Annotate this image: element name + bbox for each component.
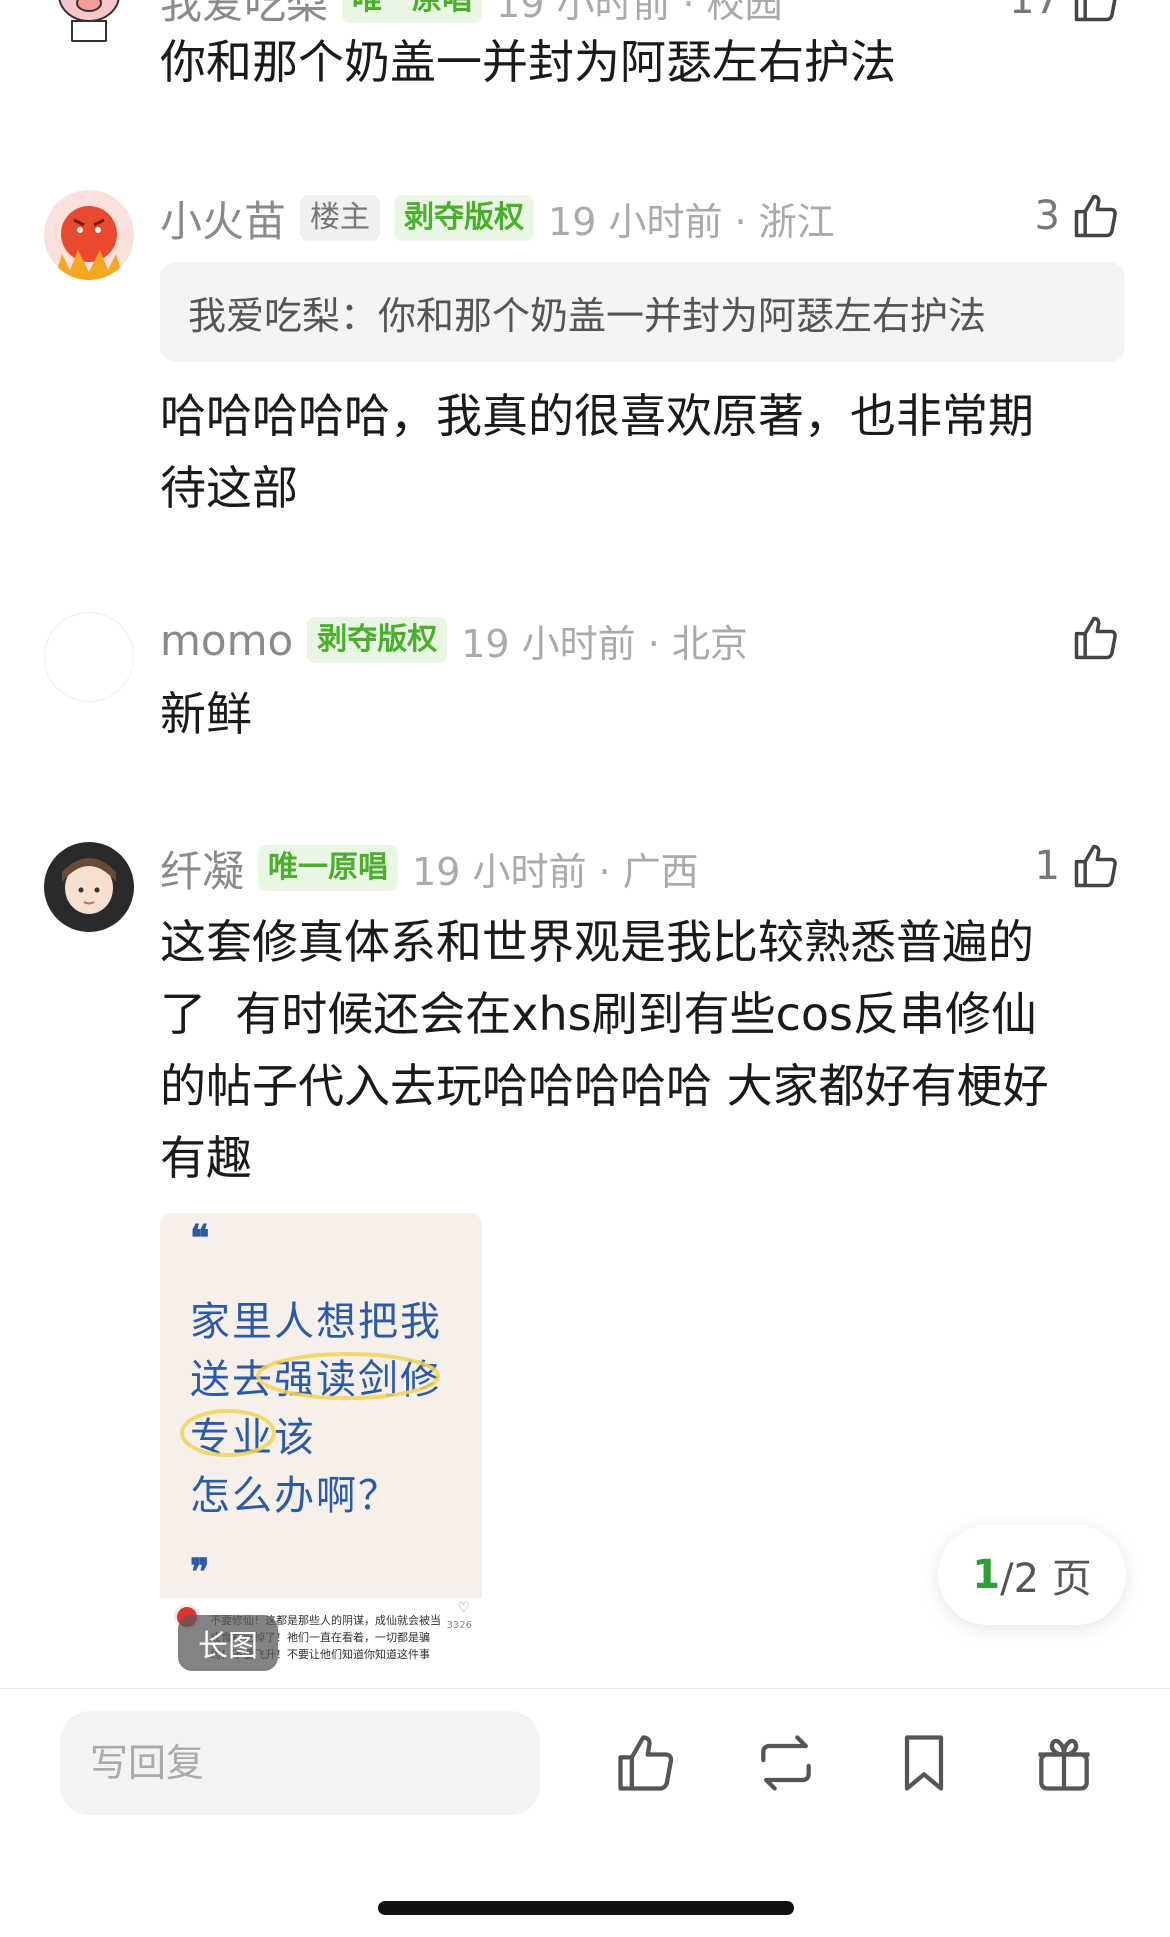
avatar-fire[interactable] — [44, 190, 134, 280]
repost-button[interactable] — [752, 1729, 820, 1797]
bookmark-button[interactable] — [890, 1729, 958, 1797]
like-count: 1 — [1034, 843, 1060, 889]
bookmark-icon — [904, 1735, 944, 1791]
author-tag: 楼主 — [300, 195, 381, 241]
comment-text-line: 有趣 — [160, 1131, 252, 1185]
gift-button[interactable] — [1030, 1729, 1098, 1797]
avatar-girl[interactable] — [44, 842, 134, 932]
avatar-pig[interactable] — [44, 0, 134, 45]
comment-text: 哈哈哈哈哈，我真的很喜欢原著，也非常期 待这部 — [160, 380, 1110, 524]
quoted-reply[interactable]: 我爱吃梨： 你和那个奶盖一并封为阿瑟左右护法 — [160, 262, 1125, 362]
like-count: 3 — [1034, 193, 1060, 239]
highlight-circle-marks — [180, 1352, 440, 1457]
footer-count: 3326 — [446, 1620, 472, 1631]
comment-1-header: 我爱吃梨 唯一原唱 19 小时前 · 校园 — [160, 0, 783, 28]
comment-text: 你和那个奶盖一并封为阿瑟左右护法 — [160, 35, 896, 89]
thumbs-up-icon — [1074, 0, 1117, 22]
quoted-text: 你和那个奶盖一并封为阿瑟左右护法 — [378, 293, 987, 338]
quoted-user: 我爱吃梨： — [188, 293, 379, 338]
avatar-blank[interactable] — [44, 612, 134, 702]
close-quote-mark: ❞ — [190, 1551, 210, 1593]
like-button[interactable]: 3 — [1035, 186, 1122, 246]
user-badge: 唯一原唱 — [258, 845, 399, 891]
heart-icon: ♡ — [457, 1600, 470, 1616]
total-pages: /2 页 — [1000, 1556, 1092, 1602]
username[interactable]: 纤凝 — [160, 838, 244, 899]
gift-icon — [1038, 1738, 1090, 1791]
username[interactable]: momo — [160, 616, 293, 665]
repost-icon — [761, 1735, 811, 1791]
username[interactable]: 小火苗 — [160, 188, 286, 249]
like-count: 17 — [1009, 0, 1060, 23]
like-button[interactable]: 1 — [1035, 836, 1122, 896]
comment-text-line: 待这部 — [160, 461, 298, 515]
long-image-tag: 长图 — [178, 1615, 278, 1671]
comment-text-line: 哈哈哈哈哈，我真的很喜欢原著，也非常期 — [160, 389, 1034, 443]
thumbs-up-icon — [1074, 844, 1117, 888]
thumbs-up-icon — [1074, 194, 1117, 238]
thumbs-up-icon — [618, 1735, 674, 1791]
like-post-button[interactable] — [612, 1729, 680, 1797]
user-badge: 唯一原唱 — [342, 0, 483, 23]
bottom-action-bar — [0, 1688, 1170, 1937]
comment-4-header: 纤凝 唯一原唱 19 小时前 · 广西 — [160, 842, 699, 896]
current-page: 1 — [972, 1552, 1001, 1598]
like-button[interactable] — [1070, 608, 1122, 668]
comment-text-line: 这套修真体系和世界观是我比较熟悉普遍的 — [160, 915, 1034, 969]
page-indicator[interactable]: 1 /2 页 — [938, 1525, 1126, 1625]
thumbs-up-icon — [1074, 616, 1117, 660]
home-indicator — [378, 1901, 794, 1915]
comment-image[interactable]: ❝ 家里人想把我 送去强读剑修 专业该 怎么办啊？ ❞ ♡ 3326 不要修仙！… — [160, 1213, 482, 1685]
comment-2-header: 小火苗 楼主 剥夺版权 19 小时前 · 浙江 — [160, 192, 835, 246]
user-badge: 剥夺版权 — [307, 617, 448, 663]
comment-text: 这套修真体系和世界观是我比较熟悉普遍的 了 有时候还会在xhs刷到有些cos反串… — [160, 906, 1110, 1194]
reply-input[interactable] — [60, 1711, 540, 1815]
timestamp-location: 19 小时前 · 校园 — [496, 0, 783, 26]
comment-text-line: 的帖子代入去玩哈哈哈哈哈 大家都好有梗好 — [160, 1059, 1049, 1113]
user-badge: 剥夺版权 — [394, 195, 535, 241]
comment-text: 新鲜 — [160, 687, 252, 741]
timestamp-location: 19 小时前 · 北京 — [461, 621, 748, 666]
timestamp-location: 19 小时前 · 浙江 — [548, 199, 835, 244]
comment-text-line: 了 有时候还会在xhs刷到有些cos反串修仙 — [160, 987, 1037, 1041]
comment-3-header: momo 剥夺版权 19 小时前 · 北京 — [160, 614, 748, 666]
timestamp-location: 19 小时前 · 广西 — [412, 849, 699, 894]
